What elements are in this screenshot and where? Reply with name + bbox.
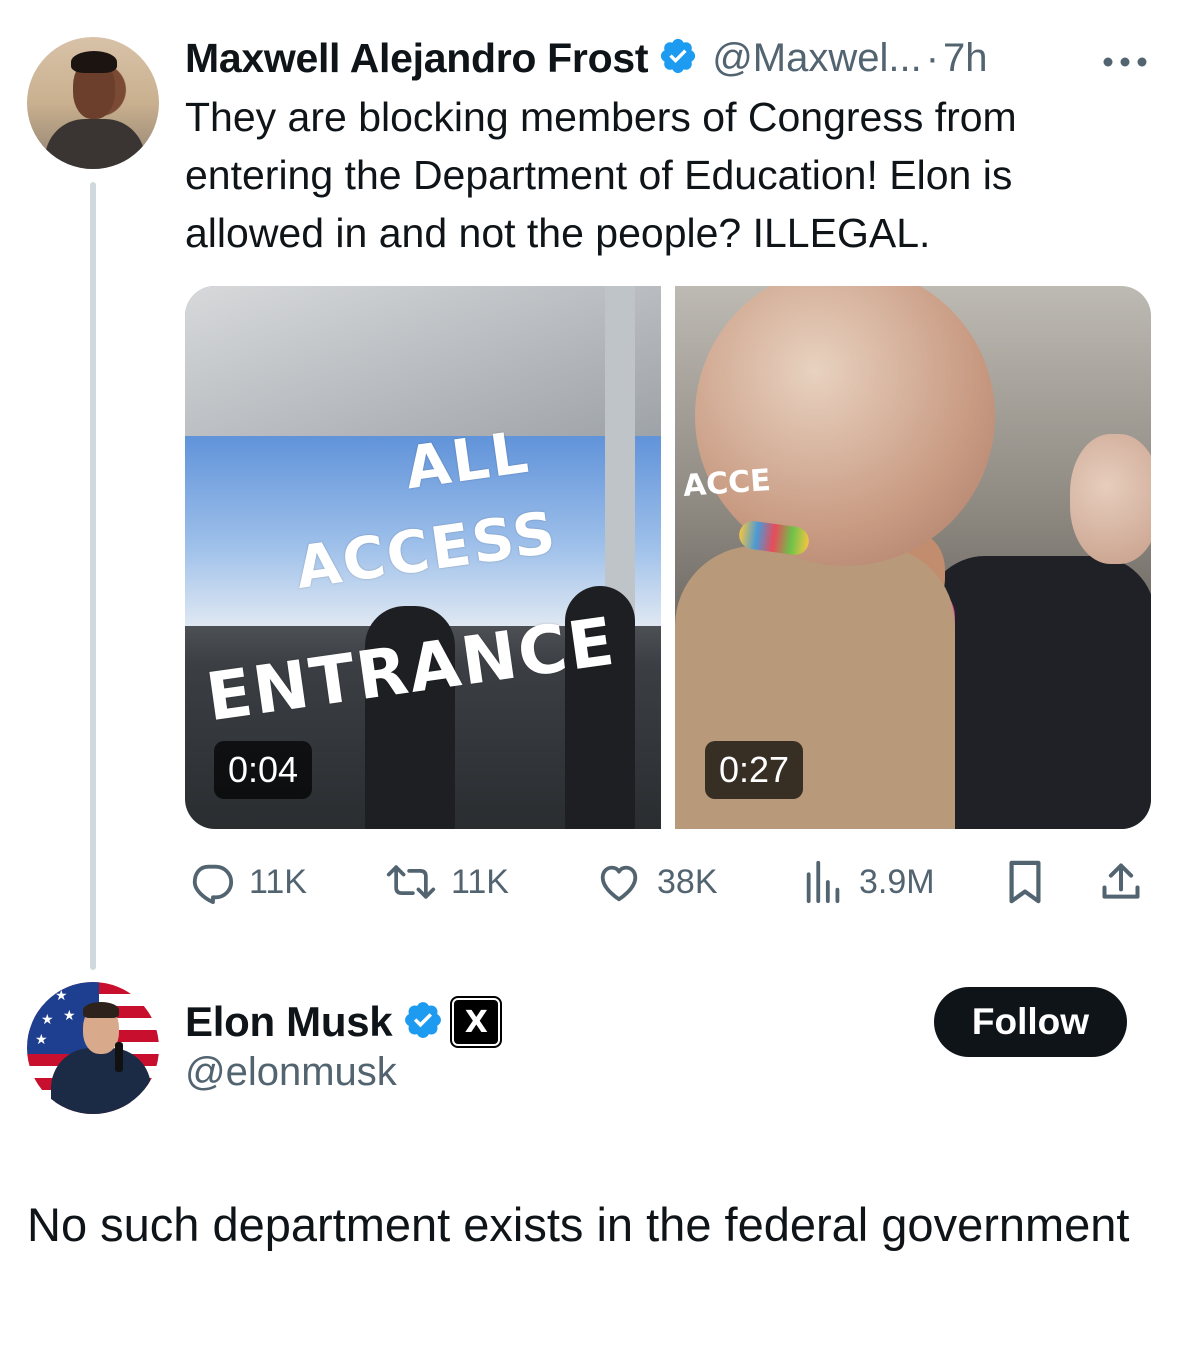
thread-connector-line bbox=[90, 182, 96, 970]
repost-count: 11K bbox=[451, 862, 509, 901]
like-button[interactable]: 38K bbox=[595, 852, 718, 912]
star-icon: ★ bbox=[55, 987, 68, 1003]
like-count: 38K bbox=[657, 862, 718, 901]
repost-icon bbox=[386, 865, 436, 899]
bookmark-button[interactable] bbox=[1005, 852, 1045, 912]
repost-button[interactable]: 11K bbox=[385, 852, 509, 912]
avatar-hair bbox=[83, 1002, 119, 1018]
author-handle[interactable]: @Maxwel... bbox=[712, 36, 922, 81]
x-affiliate-badge-icon: X bbox=[452, 998, 501, 1046]
avatar-jacket bbox=[45, 119, 145, 169]
views-button[interactable]: 3.9M bbox=[803, 852, 935, 912]
tweet-media-grid: ALL ACCESS ENTRANCE 0:04 ACCE 0:27 bbox=[185, 286, 1151, 829]
avatar-hair bbox=[71, 51, 117, 73]
tweet-thread: Maxwell Alejandro Frost @Maxwel... · 7h … bbox=[0, 0, 1179, 1352]
tweet-text: No such department exists in the federal… bbox=[27, 1198, 1130, 1251]
tweet-header: Maxwell Alejandro Frost @Maxwel... · 7h bbox=[185, 30, 988, 86]
share-icon bbox=[1102, 863, 1140, 899]
more-dots-icon[interactable] bbox=[1102, 40, 1148, 74]
suit-figure bbox=[925, 556, 1151, 829]
video-duration: 0:27 bbox=[705, 741, 804, 799]
avatar-jacket bbox=[51, 1048, 151, 1114]
reply-button[interactable]: 11K bbox=[189, 852, 307, 912]
sign-text-acce: ACCE bbox=[681, 462, 772, 505]
tweet-text: They are blocking members of Congress fr… bbox=[185, 94, 1017, 256]
ceiling-panel bbox=[185, 286, 661, 436]
reply-icon bbox=[192, 864, 234, 905]
avatar[interactable]: ★ ★ ★ ★ ★ bbox=[27, 982, 159, 1114]
video-duration: 0:04 bbox=[214, 741, 313, 799]
heart-icon bbox=[600, 865, 638, 902]
verified-badge-icon bbox=[402, 999, 444, 1046]
star-icon: ★ bbox=[35, 991, 48, 1007]
star-icon: ★ bbox=[63, 1007, 76, 1023]
star-icon: ★ bbox=[35, 1031, 48, 1047]
video-thumbnail[interactable]: ACCE 0:27 bbox=[675, 286, 1151, 829]
author-handle[interactable]: @elonmusk bbox=[185, 1050, 397, 1095]
man-face bbox=[1070, 434, 1151, 564]
star-icon: ★ bbox=[41, 1011, 54, 1027]
author-name[interactable]: Elon Musk bbox=[185, 998, 393, 1046]
bookmark-icon bbox=[1009, 860, 1041, 904]
avatar[interactable] bbox=[27, 37, 159, 169]
views-count: 3.9M bbox=[859, 862, 935, 901]
follow-button[interactable]: Follow bbox=[934, 987, 1127, 1057]
verified-badge-icon bbox=[658, 36, 698, 81]
author-name[interactable]: Maxwell Alejandro Frost bbox=[185, 35, 648, 82]
tweet-time[interactable]: 7h bbox=[943, 36, 988, 81]
video-thumbnail[interactable]: ALL ACCESS ENTRANCE 0:04 bbox=[185, 286, 661, 829]
bald-head bbox=[695, 286, 995, 566]
share-button[interactable] bbox=[1099, 852, 1143, 912]
microphone-icon bbox=[115, 1042, 123, 1072]
tweet-action-bar: 11K 11K 38K 3.9M bbox=[185, 852, 1151, 912]
dot-separator: · bbox=[925, 35, 940, 80]
tweet-header: Elon Musk X bbox=[185, 994, 501, 1050]
views-chart-icon bbox=[806, 860, 840, 904]
reply-count: 11K bbox=[249, 862, 307, 901]
